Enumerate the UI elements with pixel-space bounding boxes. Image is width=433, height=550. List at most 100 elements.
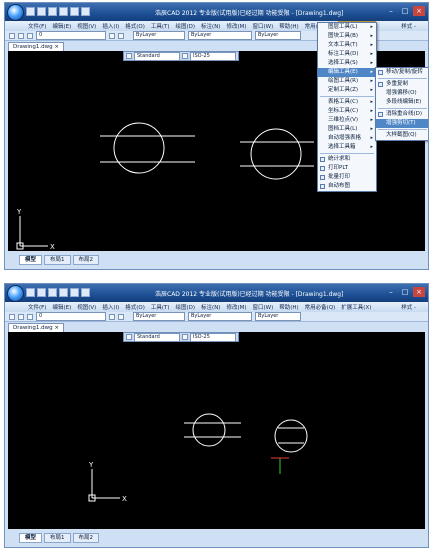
menu-item-detail-capture[interactable]: 大样截图(Q) — [376, 131, 428, 140]
lineweight-combo[interactable]: ByLayer — [255, 312, 301, 321]
new-file-icon[interactable] — [26, 288, 35, 297]
previous-layer-icon[interactable] — [118, 32, 124, 39]
new-file-icon[interactable] — [26, 7, 35, 16]
menu-edit[interactable]: 编辑(E) — [49, 303, 74, 311]
tab-model[interactable]: 模型 — [19, 255, 43, 265]
tab-layout2[interactable]: 布局2 — [72, 255, 100, 265]
close-tab-icon[interactable]: × — [54, 325, 59, 331]
style-control[interactable]: 样式 - — [401, 303, 416, 311]
menu-item-auto-table[interactable]: 自动增强表格 ▸ — [318, 134, 376, 143]
menu-common[interactable]: 常用必备(Q) — [302, 303, 339, 311]
menu-format[interactable]: 格式(O) — [122, 22, 148, 30]
match-layer-icon[interactable] — [109, 32, 115, 39]
menu-item-custom-tools[interactable]: 定制工具(Z) ▸ — [318, 86, 376, 95]
tab-model[interactable]: 模型 — [19, 533, 43, 543]
circle-right-trimmed[interactable] — [274, 419, 308, 453]
menu-insert[interactable]: 插入(I) — [99, 22, 122, 30]
color-combo[interactable]: ByLayer — [133, 312, 185, 321]
menu-item-table-tools[interactable]: 表格工具(C) ▸ — [318, 98, 376, 107]
open-file-icon[interactable] — [37, 7, 46, 16]
sun-icon[interactable] — [27, 313, 33, 320]
maximize-icon[interactable]: □ — [399, 287, 411, 297]
style-control[interactable]: 样式 - — [401, 22, 416, 30]
menu-item-sum[interactable]: 统计求和 — [318, 155, 376, 164]
menu-item-auto-layout[interactable]: 自动布图 — [318, 182, 376, 191]
tab-layout1[interactable]: 布局1 — [44, 255, 71, 265]
menu-item-edit-tools[interactable]: 编辑工具(E) ▸ — [318, 68, 376, 77]
menu-extend-tools[interactable]: 扩展工具(X) — [338, 303, 374, 311]
menu-view[interactable]: 视图(V) — [74, 303, 99, 311]
menu-modify[interactable]: 修改(M) — [223, 303, 249, 311]
redo-icon[interactable] — [81, 7, 90, 16]
redo-icon[interactable] — [81, 288, 90, 297]
close-icon[interactable]: × — [413, 287, 425, 297]
undo-icon[interactable] — [70, 7, 79, 16]
menu-dimension[interactable]: 标注(N) — [198, 303, 223, 311]
menu-file[interactable]: 文件(F) — [25, 303, 49, 311]
app-logo-icon[interactable] — [7, 285, 24, 302]
menu-tools[interactable]: 工具(T) — [148, 303, 173, 311]
menu-item-batch-print[interactable]: 批量打印 — [318, 173, 376, 182]
menu-window[interactable]: 窗口(W) — [250, 22, 277, 30]
menu-file[interactable]: 文件(F) — [25, 22, 49, 30]
previous-layer-icon[interactable] — [118, 313, 124, 320]
layer-manager-icon[interactable] — [9, 313, 15, 320]
maximize-icon[interactable]: □ — [399, 6, 411, 16]
menu-item-select-tools[interactable]: 选择工具(S) ▸ — [318, 59, 376, 68]
menu-item-enhanced-trim[interactable]: 增强剪切(T) — [376, 119, 428, 128]
print-icon[interactable] — [59, 288, 68, 297]
menu-item-dim-tools[interactable]: 标注工具(D) ▸ — [318, 50, 376, 59]
menu-item-multi-copy[interactable]: 多重复制 — [376, 80, 428, 89]
menu-item-pline-edit[interactable]: 多段线编辑(E) — [376, 98, 428, 107]
save-icon[interactable] — [48, 288, 57, 297]
bulb-icon[interactable] — [18, 32, 24, 39]
menu-help[interactable]: 帮助(H) — [276, 22, 301, 30]
bulb-icon[interactable] — [18, 313, 24, 320]
tab-layout1[interactable]: 布局1 — [44, 533, 71, 543]
lineweight-combo[interactable]: ByLayer — [255, 31, 301, 40]
menu-item-drawing-tools[interactable]: 图档工具(L) ▸ — [318, 125, 376, 134]
menu-item-coord-tools[interactable]: 坐标工具(C) ▸ — [318, 107, 376, 116]
menu-view[interactable]: 视图(V) — [74, 22, 99, 30]
minimize-icon[interactable]: – — [385, 6, 397, 16]
circle-left[interactable] — [192, 413, 226, 447]
menu-item-draw-tools[interactable]: 绘图工具(R) ▸ — [318, 77, 376, 86]
menu-item-layer-tools[interactable]: 图层工具(L) ▸ — [318, 23, 376, 32]
circle-right[interactable] — [250, 128, 302, 180]
open-file-icon[interactable] — [37, 288, 46, 297]
undo-icon[interactable] — [70, 288, 79, 297]
app-logo-icon[interactable] — [7, 4, 24, 21]
layer-manager-icon[interactable] — [9, 32, 15, 39]
menu-item-enhanced-offset[interactable]: 增强偏移(O) — [376, 89, 428, 98]
menu-item-select-toolbox[interactable]: 选择工具箱 ▸ — [318, 143, 376, 152]
linetype-combo[interactable]: ByLayer — [188, 312, 252, 321]
menu-dimension[interactable]: 标注(N) — [198, 22, 223, 30]
match-layer-icon[interactable] — [109, 313, 115, 320]
menu-draw[interactable]: 绘图(D) — [173, 303, 199, 311]
print-icon[interactable] — [59, 7, 68, 16]
layer-combo[interactable]: 0 — [36, 312, 106, 321]
sun-icon[interactable] — [27, 32, 33, 39]
menu-draw[interactable]: 绘图(D) — [173, 22, 199, 30]
menu-item-3d-tools[interactable]: 三维拉点(V) ▸ — [318, 116, 376, 125]
color-combo[interactable]: ByLayer — [133, 31, 185, 40]
menu-item-print-plt[interactable]: 打印PLT — [318, 164, 376, 173]
menu-window[interactable]: 窗口(W) — [250, 303, 277, 311]
linetype-combo[interactable]: ByLayer — [188, 31, 252, 40]
menu-format[interactable]: 格式(O) — [122, 303, 148, 311]
layer-combo[interactable]: 0 — [36, 31, 106, 40]
menu-insert[interactable]: 插入(I) — [99, 303, 122, 311]
tab-layout2[interactable]: 布局2 — [72, 533, 100, 543]
menu-tools[interactable]: 工具(T) — [148, 22, 173, 30]
close-tab-icon[interactable]: × — [54, 44, 59, 50]
menu-item-remove-overlap[interactable]: 消除重合线(D) — [376, 110, 428, 119]
save-icon[interactable] — [48, 7, 57, 16]
menu-item-text-tools[interactable]: 文本工具(T) ▸ — [318, 41, 376, 50]
menu-edit[interactable]: 编辑(E) — [49, 22, 74, 30]
menu-modify[interactable]: 修改(M) — [223, 22, 249, 30]
circle-left[interactable] — [113, 122, 165, 174]
minimize-icon[interactable]: – — [385, 287, 397, 297]
menu-item-block-tools[interactable]: 图块工具(B) ▸ — [318, 32, 376, 41]
menu-item-move-copy-rotate[interactable]: 移动/复制/旋转 — [376, 68, 428, 77]
close-icon[interactable]: × — [413, 6, 425, 16]
